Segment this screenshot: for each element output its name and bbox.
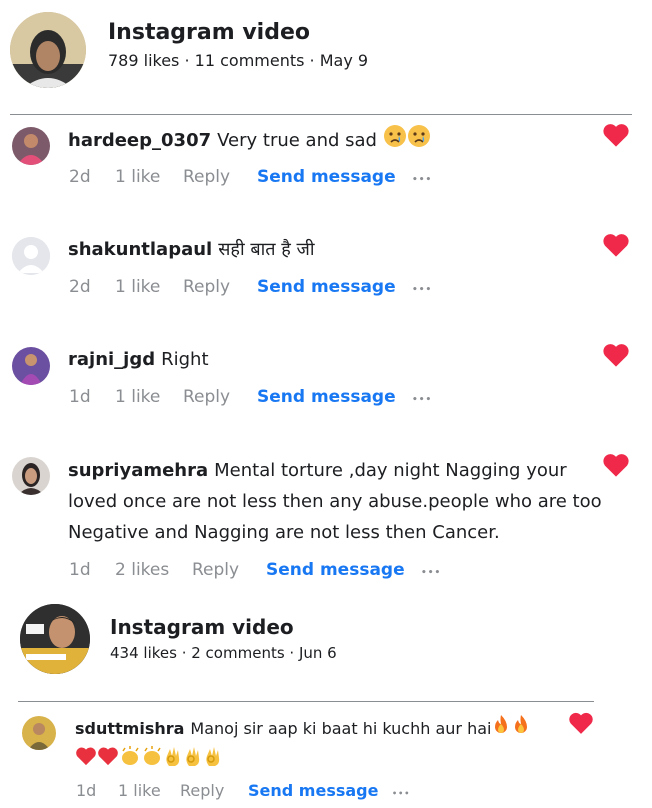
comment-likes[interactable]: 1 like <box>115 167 183 187</box>
heart-icon[interactable] <box>602 232 630 258</box>
comment-text-line: Negative and Nagging are not less then C… <box>68 522 500 543</box>
avatar[interactable] <box>22 716 56 750</box>
heart-icon[interactable] <box>602 342 630 368</box>
comment: rajni_jgd Right <box>68 344 209 375</box>
avatar[interactable] <box>12 237 50 275</box>
avatar[interactable] <box>12 347 50 385</box>
post-title[interactable]: Instagram video <box>108 20 310 45</box>
send-message-button[interactable]: Send message <box>266 560 421 580</box>
comment-time[interactable]: 1d <box>69 387 115 407</box>
comment-text: Right <box>161 349 209 370</box>
post-comments-count: 11 comments <box>194 51 305 70</box>
fire-emoji <box>491 714 511 745</box>
comment-text: सही बात है जी <box>218 239 315 260</box>
comment-likes[interactable]: 1 like <box>115 387 183 407</box>
reply-button[interactable]: Reply <box>183 387 257 407</box>
reply-button[interactable]: Reply <box>183 167 257 187</box>
post-meta: 434 likes · 2 comments · Jun 6 <box>110 644 337 662</box>
comment-likes[interactable]: 2 likes <box>115 560 192 580</box>
comment: shakuntlapaul सही बात है जी <box>68 234 315 265</box>
comment-username[interactable]: supriyamehra <box>68 460 208 481</box>
fire-emoji <box>511 714 531 745</box>
post-date: Jun 6 <box>298 644 337 662</box>
reply-button[interactable]: Reply <box>183 277 257 297</box>
post-thumbnail[interactable] <box>20 604 90 674</box>
post-date: May 9 <box>319 51 369 70</box>
comment-time[interactable]: 1d <box>76 781 118 800</box>
ok-hand-emoji <box>203 745 223 776</box>
send-message-button[interactable]: Send message <box>257 167 412 187</box>
comment-username[interactable]: hardeep_0307 <box>68 130 211 151</box>
heart-emoji <box>75 746 97 775</box>
send-message-button[interactable]: Send message <box>257 277 412 297</box>
comment-text: Manoj sir aap ki baat hi kuchh aur hai <box>190 719 492 738</box>
comment-likes[interactable]: 1 like <box>115 277 183 297</box>
comment: supriyamehra Mental torture ,day night Na… <box>68 455 602 548</box>
comment-time[interactable]: 2d <box>69 277 115 297</box>
comment-text-line: Mental torture ,day night Nagging your <box>214 460 567 481</box>
more-options-icon[interactable]: ••• <box>421 568 441 578</box>
comment: sduttmishra Manoj sir aap ki baat hi kuch… <box>75 714 531 776</box>
reply-button[interactable]: Reply <box>192 560 266 580</box>
comment-actions: 1d 1 like Reply Send message ••• <box>76 781 410 800</box>
crying-face-emoji <box>383 124 407 158</box>
heart-emoji <box>97 746 119 775</box>
comment-actions: 2d 1 like Reply Send message ••• <box>69 167 432 187</box>
comment-text: Very true and sad <box>217 130 377 151</box>
post-thumbnail[interactable] <box>10 12 86 88</box>
post-meta: 789 likes · 11 comments · May 9 <box>108 51 369 70</box>
comment-actions: 1d 2 likes Reply Send message ••• <box>69 560 441 580</box>
clapping-hands-emoji <box>141 745 163 776</box>
heart-icon[interactable] <box>602 122 630 148</box>
comment-text-line: loved once are not less then any abuse.p… <box>68 491 602 512</box>
comment-time[interactable]: 2d <box>69 167 115 187</box>
crying-face-emoji <box>407 124 431 158</box>
post-likes: 789 likes <box>108 51 180 70</box>
comment-actions: 2d 1 like Reply Send message ••• <box>69 277 432 297</box>
heart-icon[interactable] <box>568 711 594 735</box>
more-options-icon[interactable]: ••• <box>412 395 432 405</box>
clapping-hands-emoji <box>119 745 141 776</box>
comment-username[interactable]: rajni_jgd <box>68 349 155 370</box>
post-likes: 434 likes <box>110 644 177 662</box>
send-message-button[interactable]: Send message <box>257 387 412 407</box>
avatar[interactable] <box>12 127 50 165</box>
more-options-icon[interactable]: ••• <box>412 175 432 185</box>
comment: hardeep_0307 Very true and sad <box>68 124 431 158</box>
comment-username[interactable]: shakuntlapaul <box>68 239 212 260</box>
more-options-icon[interactable]: ••• <box>412 285 432 295</box>
comment-username[interactable]: sduttmishra <box>75 719 184 738</box>
heart-icon[interactable] <box>602 452 630 478</box>
divider <box>10 114 632 115</box>
comment-likes[interactable]: 1 like <box>118 781 180 800</box>
avatar[interactable] <box>12 457 50 495</box>
post-comments-count: 2 comments <box>191 644 285 662</box>
more-options-icon[interactable]: ••• <box>392 789 410 798</box>
divider <box>18 701 594 702</box>
ok-hand-emoji <box>163 745 183 776</box>
send-message-button[interactable]: Send message <box>248 781 392 800</box>
reply-button[interactable]: Reply <box>180 781 248 800</box>
post-title[interactable]: Instagram video <box>110 615 294 639</box>
ok-hand-emoji <box>183 745 203 776</box>
comment-actions: 1d 1 like Reply Send message ••• <box>69 387 432 407</box>
comment-time[interactable]: 1d <box>69 560 115 580</box>
